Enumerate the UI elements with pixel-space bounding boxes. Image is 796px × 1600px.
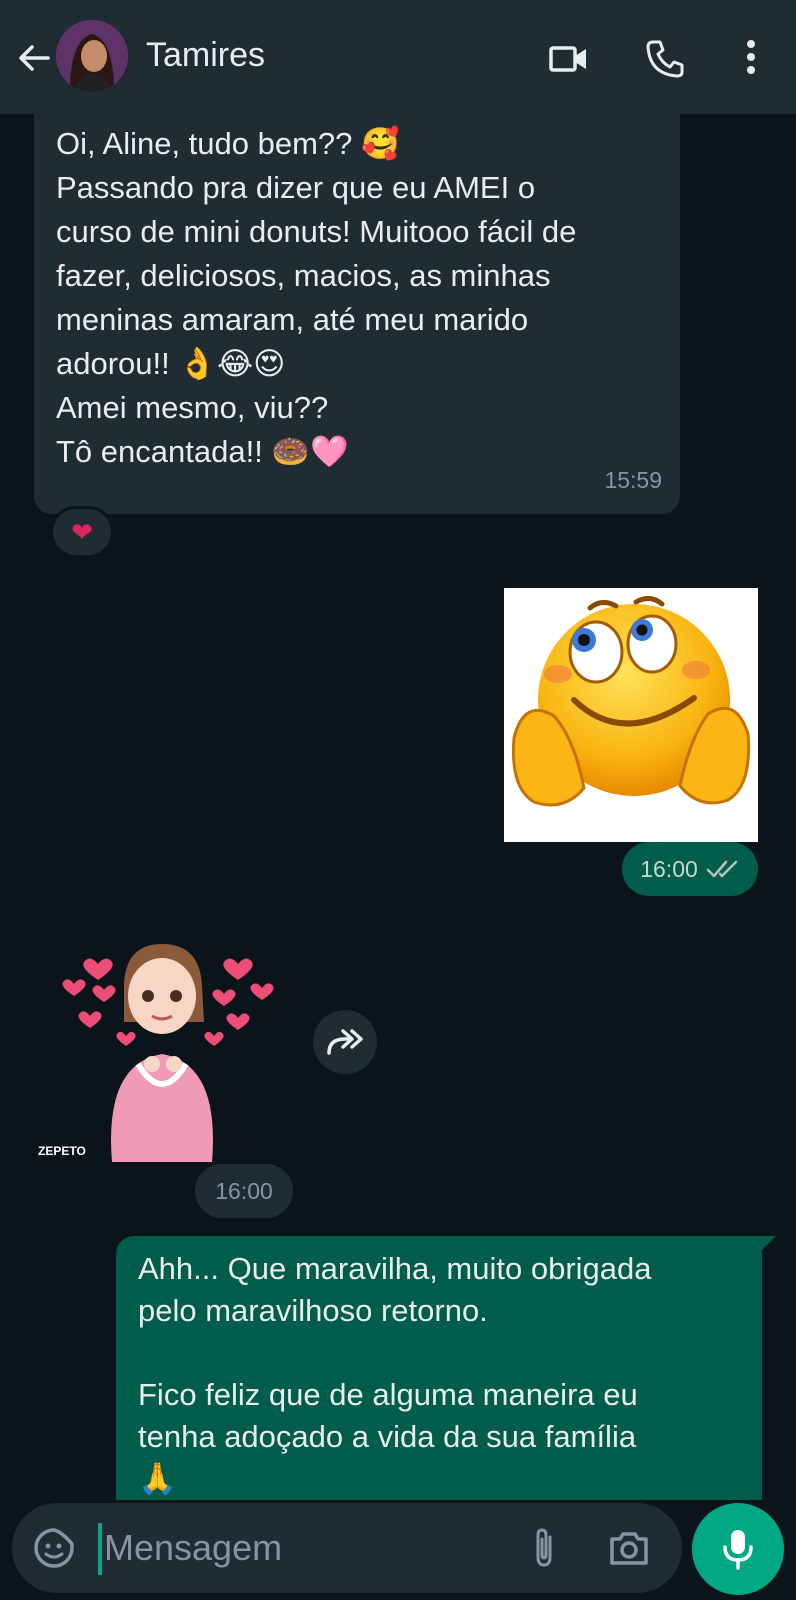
chat-area[interactable]: Oi, Aline, tudo bem?? 🥰 Passando pra diz… xyxy=(0,114,796,1500)
double-check-icon xyxy=(706,860,738,878)
message-line: adorou!! 👌😂😍 xyxy=(56,346,286,381)
voice-record-button[interactable] xyxy=(692,1503,784,1595)
outgoing-message-bubble[interactable]: Ahh... Que maravilha, muito obrigada pel… xyxy=(116,1236,776,1500)
sticker-icon[interactable] xyxy=(32,1526,76,1570)
message-line: 🙏 xyxy=(138,1461,177,1496)
chat-header: Tamires xyxy=(0,0,796,114)
incoming-message-bubble[interactable]: Oi, Aline, tudo bem?? 🥰 Passando pra diz… xyxy=(34,114,680,514)
message-timestamp: 15:59 xyxy=(604,467,662,493)
forward-icon xyxy=(327,1029,363,1055)
outgoing-sticker-timestamp: 16:00 xyxy=(622,842,758,896)
text-cursor xyxy=(98,1523,102,1575)
incoming-sticker-timestamp: 16:00 xyxy=(195,1164,293,1218)
phone-icon[interactable] xyxy=(642,36,688,82)
video-call-icon[interactable] xyxy=(546,36,592,82)
heart-reaction[interactable]: ❤ xyxy=(50,506,114,558)
message-line: meninas amaram, até meu marido xyxy=(56,302,529,337)
message-input[interactable] xyxy=(104,1521,504,1575)
message-composer xyxy=(12,1503,682,1593)
timestamp-text: 16:00 xyxy=(640,855,698,882)
bubble-tail xyxy=(758,1236,776,1254)
message-line: Tô encantada!! 🍩🩷 xyxy=(56,434,349,469)
message-line: Oi, Aline, tudo bem?? 🥰 xyxy=(56,126,400,161)
paperclip-icon[interactable] xyxy=(522,1525,568,1571)
message-line: Ahh... Que maravilha, muito obrigada xyxy=(138,1251,652,1286)
zepeto-watermark: ZEPETO xyxy=(38,1144,86,1158)
message-line: fazer, deliciosos, macios, as minhas xyxy=(56,258,551,293)
smiling-emoji-sticker[interactable] xyxy=(504,588,758,842)
contact-avatar[interactable] xyxy=(56,20,128,92)
forward-button[interactable] xyxy=(313,1010,377,1074)
microphone-icon xyxy=(723,1530,753,1570)
message-line: Fico feliz que de alguma maneira eu xyxy=(138,1377,638,1412)
more-vert-icon[interactable] xyxy=(728,36,774,82)
avatar-photo xyxy=(56,20,128,92)
message-line: curso de mini donuts! Muitooo fácil de xyxy=(56,214,577,249)
zepeto-avatar-sticker[interactable] xyxy=(34,904,290,1162)
message-line: tenha adoçado a vida da sua família xyxy=(138,1419,637,1454)
message-line: pelo maravilhoso retorno. xyxy=(138,1293,488,1328)
message-line: Passando pra dizer que eu AMEI o xyxy=(56,170,536,205)
message-line: Amei mesmo, viu?? xyxy=(56,390,329,425)
smiling-emoji-icon xyxy=(511,596,751,807)
back-arrow-icon[interactable] xyxy=(14,38,54,78)
avatar-with-hearts-icon xyxy=(62,944,274,1162)
camera-icon[interactable] xyxy=(606,1525,652,1571)
contact-name[interactable]: Tamires xyxy=(146,36,265,75)
